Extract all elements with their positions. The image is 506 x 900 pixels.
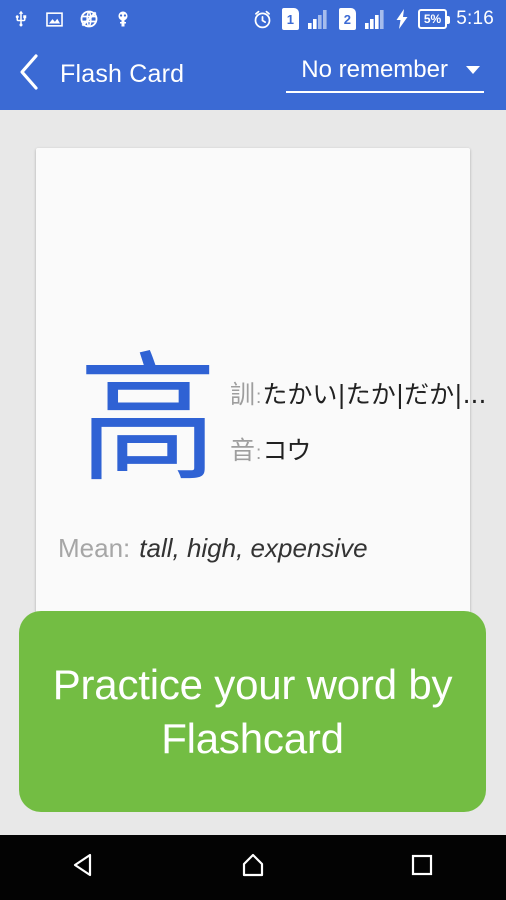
status-bar-clock: 5:16 (456, 8, 494, 29)
kun-reading-value: たかい|たか|だか|... (262, 379, 487, 409)
developer-icon (114, 8, 132, 30)
meaning-value: tall, high, expensive (139, 533, 368, 563)
on-reading-value: コウ (262, 435, 312, 465)
readings-block: 訓 : たかい|たか|だか|... 音 : コウ (230, 375, 486, 467)
status-bar-right-icons: 1 2 5% 5:16 (252, 8, 494, 30)
kun-label: 訓 (230, 379, 256, 409)
kun-reading-line: 訓 : たかい|たか|だか|... (230, 375, 486, 411)
phone-screen: 1 2 5% 5:16 Flash Card No remember 高 訓:… (0, 0, 506, 900)
remember-filter-spinner[interactable]: No remember (286, 56, 484, 93)
sim1-signal-bars-icon (307, 9, 330, 29)
chevron-down-icon (466, 65, 480, 74)
sim2-signal-bars-icon (364, 9, 387, 29)
content-area: 高 訓 : たかい|たか|だか|... 音 : コウ Mean: tall, h… (0, 110, 506, 835)
battery-indicator: 5% (417, 9, 451, 29)
charging-bolt-icon (396, 9, 409, 29)
nav-back-button[interactable] (39, 835, 129, 900)
screenshot-icon (45, 10, 64, 29)
spinner-selected-value: No remember (301, 55, 448, 83)
kun-separator: : (256, 386, 262, 408)
kanji-readings-row: 高 訓 : たかい|たか|だか|... 音 : コウ (36, 339, 486, 502)
usb-icon (12, 8, 30, 30)
status-bar-left-icons (12, 8, 132, 30)
status-bar: 1 2 5% 5:16 (0, 0, 506, 38)
on-label: 音 (230, 435, 256, 465)
android-navigation-bar (0, 835, 506, 900)
no-network-icon (79, 9, 99, 29)
on-reading-line: 音 : コウ (230, 431, 486, 467)
nav-recents-button[interactable] (377, 835, 467, 900)
coach-mark-text: Practice your word by Flashcard (52, 660, 453, 762)
coach-mark-overlay[interactable]: Practice your word by Flashcard (19, 611, 486, 812)
kanji-character: 高 (78, 339, 219, 502)
nav-home-icon (239, 851, 267, 884)
back-chevron-icon (16, 52, 42, 97)
nav-home-button[interactable] (208, 835, 298, 900)
battery-percent-label: 5% (423, 12, 442, 26)
sim1-badge: 1 (281, 8, 299, 30)
sim2-badge: 2 (338, 8, 356, 30)
nav-recents-square-icon (409, 852, 435, 883)
meaning-label: Mean: (58, 533, 131, 563)
app-bar: Flash Card No remember (0, 38, 506, 110)
alarm-icon (252, 9, 273, 30)
page-title: Flash Card (60, 59, 185, 88)
nav-back-triangle-icon (70, 851, 98, 884)
on-separator: : (256, 442, 262, 464)
back-button[interactable] (0, 38, 58, 110)
meaning-row: Mean: tall, high, expensive (58, 533, 368, 564)
